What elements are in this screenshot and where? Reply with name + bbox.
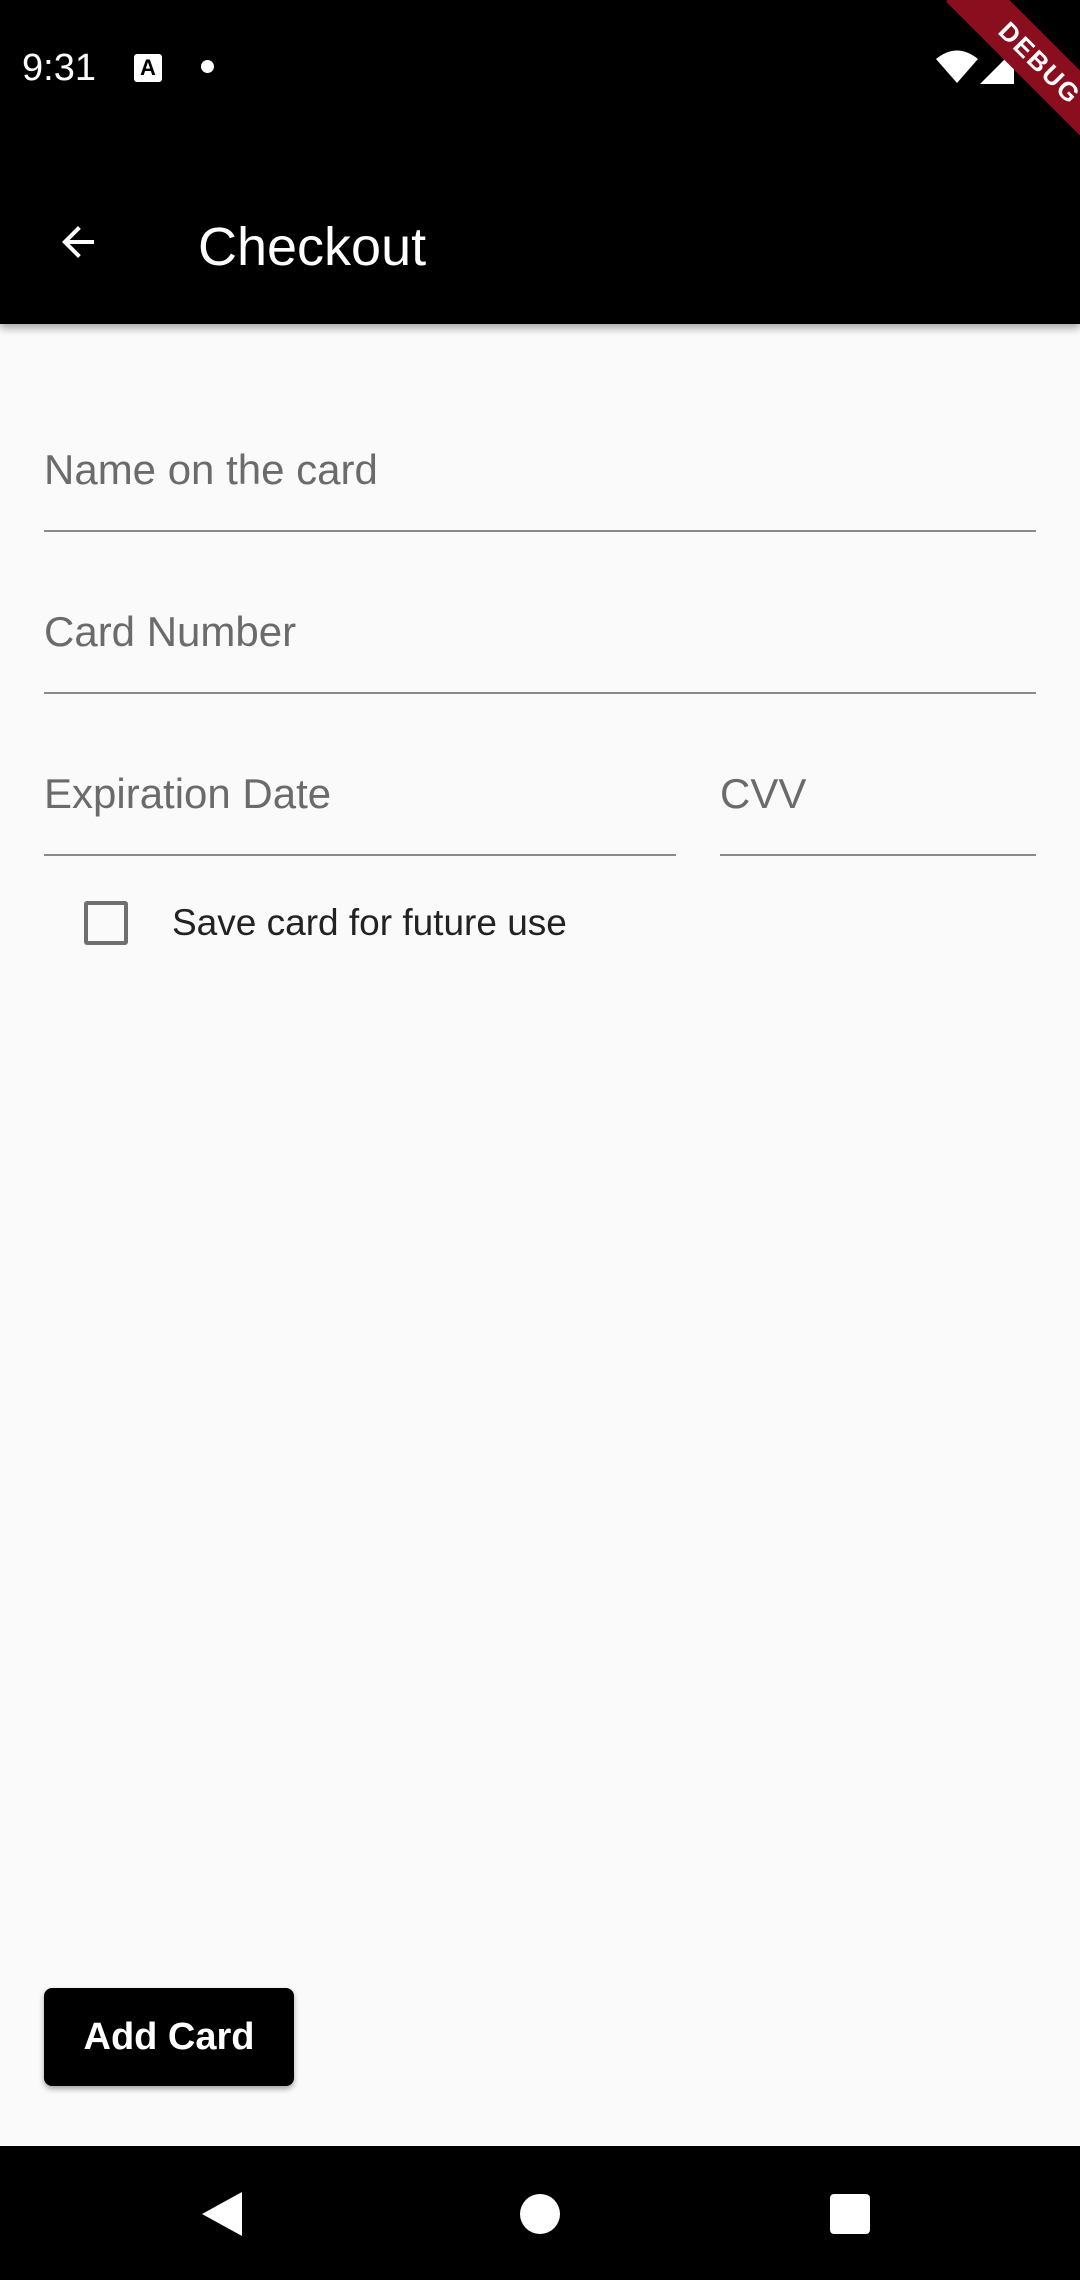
save-card-row[interactable]: Save card for future use <box>84 890 567 956</box>
status-bar: 9:31 A <box>0 0 1080 134</box>
cvv-field <box>720 734 1036 856</box>
nav-home-icon[interactable] <box>520 2194 560 2234</box>
save-card-label: Save card for future use <box>172 902 567 943</box>
battery-icon <box>1036 48 1056 84</box>
dot-icon <box>201 60 214 73</box>
app-bar: Checkout <box>0 134 1080 324</box>
cvv-input[interactable] <box>720 734 1036 854</box>
nav-back-icon[interactable] <box>202 2192 246 2236</box>
back-button[interactable] <box>30 194 126 290</box>
wifi-icon <box>936 50 978 83</box>
name-on-card-field <box>44 410 1036 532</box>
nav-recents-icon[interactable] <box>830 2194 870 2234</box>
signal-icon <box>980 50 1014 84</box>
status-time: 9:31 <box>22 47 96 89</box>
name-on-card-input[interactable] <box>44 410 1036 530</box>
a-notification-icon: A <box>134 54 162 82</box>
expiration-date-input[interactable] <box>44 734 676 854</box>
add-card-button[interactable]: Add Card <box>44 1988 294 2086</box>
card-number-field <box>44 572 1036 694</box>
card-number-input[interactable] <box>44 572 1036 692</box>
save-card-checkbox[interactable] <box>84 901 128 945</box>
expiration-date-field <box>44 734 676 856</box>
system-nav-bar <box>0 2146 1080 2280</box>
page-title: Checkout <box>198 217 427 277</box>
arrow-back-icon <box>62 226 94 258</box>
